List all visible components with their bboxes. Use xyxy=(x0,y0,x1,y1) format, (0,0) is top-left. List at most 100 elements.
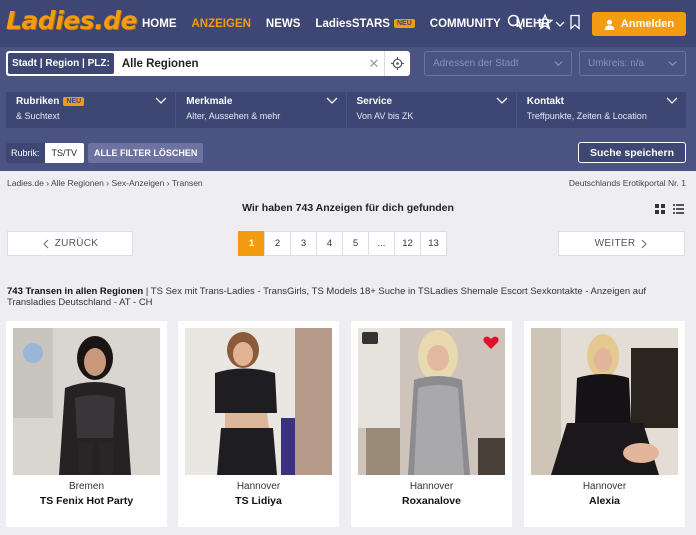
listing-card[interactable]: Hannover Alexia xyxy=(524,321,685,527)
listing-name[interactable]: TS Fenix Hot Party xyxy=(6,495,167,507)
filter-service-sub: Von AV bis ZK xyxy=(356,111,414,121)
listing-photo[interactable] xyxy=(531,328,678,475)
nav-news[interactable]: NEWS xyxy=(266,18,301,30)
page-5[interactable]: 5 xyxy=(342,231,369,256)
grid-view-icon[interactable] xyxy=(655,204,665,214)
chevron-down-icon xyxy=(155,97,167,104)
nav-anzeigen[interactable]: ANZEIGEN xyxy=(192,18,251,30)
filter-merkmale[interactable]: Merkmale Alter, Aussehen & mehr xyxy=(176,92,346,128)
results-count: Wir haben 743 Anzeigen für dich gefunden xyxy=(242,202,454,214)
nav-community[interactable]: COMMUNITY xyxy=(430,18,501,30)
new-badge: NEU xyxy=(63,97,85,106)
top-navigation: Ladies.de HOME ANZEIGEN NEWS LadiesSTARS… xyxy=(0,0,696,47)
listing-card[interactable]: Bremen TS Fenix Hot Party xyxy=(6,321,167,527)
listing-city: Hannover xyxy=(582,481,627,492)
listing-city: Hannover xyxy=(409,481,454,492)
nav-icons xyxy=(507,14,583,30)
rubrik-label: Rubrik: xyxy=(6,143,45,163)
page-2[interactable]: 2 xyxy=(264,231,291,256)
listing-photo[interactable] xyxy=(358,328,505,475)
clear-icon[interactable]: ✕ xyxy=(364,56,384,72)
pagination: 1 2 3 4 5 ... 12 13 xyxy=(238,231,447,256)
nav-anzeigen-label: ANZEIGEN xyxy=(191,17,251,30)
location-input[interactable]: Alle Regionen xyxy=(122,58,364,70)
chevron-down-icon xyxy=(496,97,508,104)
active-filters: Rubrik: TS/TV ALLE FILTER LÖSCHEN xyxy=(6,143,204,163)
city-address-placeholder: Adressen der Stadt xyxy=(433,58,519,69)
nav-community-label: COMMUNITY xyxy=(429,17,501,30)
filter-service[interactable]: Service Von AV bis ZK xyxy=(346,92,516,128)
chevron-right-icon xyxy=(641,239,648,248)
listing-city: Bremen xyxy=(68,481,104,492)
login-label: Anmelden xyxy=(620,18,675,30)
page-4[interactable]: 4 xyxy=(316,231,343,256)
star-icon[interactable] xyxy=(537,14,553,30)
search-icon[interactable] xyxy=(507,14,523,30)
listing-name[interactable]: Alexia xyxy=(524,495,685,507)
breadcrumb-item[interactable]: Sex-Anzeigen xyxy=(111,178,164,188)
crosshair-icon xyxy=(391,57,404,70)
page-3[interactable]: 3 xyxy=(290,231,317,256)
filter-merkmale-title: Merkmale xyxy=(186,96,233,107)
filter-service-title: Service xyxy=(356,96,393,107)
listing-name[interactable]: TS Lidiya xyxy=(178,495,339,507)
location-label: Stadt | Region | PLZ: xyxy=(8,53,114,74)
locate-button[interactable] xyxy=(384,51,410,76)
filter-kontakt-sub: Treffpunkte, Zeiten & Location xyxy=(526,111,647,121)
rubrik-chip[interactable]: TS/TV xyxy=(44,143,85,163)
filter-bar: Rubriken NEU & Suchtext Merkmale Alter, A… xyxy=(6,92,686,128)
filter-rubriken-title: Rubriken xyxy=(16,96,60,107)
previous-page-button[interactable]: ZURÜCK xyxy=(7,231,133,256)
previous-page-label: ZURÜCK xyxy=(54,238,99,249)
chevron-down-icon xyxy=(554,61,563,67)
portal-tagline: Deutschlands Erotikportal Nr. 1 xyxy=(568,178,686,188)
list-view-icon[interactable] xyxy=(673,204,684,214)
user-icon xyxy=(604,19,615,30)
radius-select[interactable]: Umkreis: n/a xyxy=(579,51,686,76)
page-1[interactable]: 1 xyxy=(238,231,265,256)
nav-ladiesstars[interactable]: LadiesSTARS NEU xyxy=(315,17,415,30)
heart-icon xyxy=(483,336,499,349)
new-badge: NEU xyxy=(393,19,415,28)
filter-rubriken-sub: & Suchtext xyxy=(16,111,60,121)
save-search-button[interactable]: Suche speichern xyxy=(578,142,686,163)
bookmark-icon[interactable] xyxy=(567,14,583,30)
nav-ladiesstars-label: LadiesSTARS xyxy=(315,17,390,30)
filter-merkmale-sub: Alter, Aussehen & mehr xyxy=(186,111,281,121)
nav-home[interactable]: HOME xyxy=(142,18,177,30)
listing-city: Hannover xyxy=(236,481,281,492)
chevron-down-icon xyxy=(666,97,678,104)
listing-card[interactable]: Hannover TS Lidiya xyxy=(178,321,339,527)
page-ellipsis: ... xyxy=(368,231,395,256)
results-description: 743 Transen in allen Regionen | TS Sex m… xyxy=(7,286,689,308)
next-page-button[interactable]: WEITER xyxy=(558,231,685,256)
breadcrumb-item[interactable]: Alle Regionen xyxy=(51,178,104,188)
clear-filters-button[interactable]: ALLE FILTER LÖSCHEN xyxy=(88,143,204,163)
chevron-down-icon xyxy=(326,97,337,104)
filter-kontakt-title: Kontakt xyxy=(526,96,564,107)
breadcrumb: Ladies.de › Alle Regionen › Sex-Anzeigen… xyxy=(7,178,203,188)
results-description-heading: 743 Transen in allen Regionen xyxy=(7,286,144,297)
search-panel: Stadt | Region | PLZ: Alle Regionen ✕ Ad… xyxy=(0,47,696,171)
chevron-left-icon xyxy=(42,239,49,248)
location-search[interactable]: Stadt | Region | PLZ: Alle Regionen ✕ xyxy=(6,51,410,76)
nav-home-label: HOME xyxy=(142,17,177,30)
listing-card[interactable]: Hannover Roxanalove xyxy=(351,321,512,527)
site-logo[interactable]: Ladies.de xyxy=(6,6,137,35)
breadcrumb-item[interactable]: Ladies.de xyxy=(7,178,44,188)
city-address-select[interactable]: Adressen der Stadt xyxy=(424,51,572,76)
filter-rubriken[interactable]: Rubriken NEU & Suchtext xyxy=(6,92,176,128)
listing-photo[interactable] xyxy=(185,328,332,475)
listing-photo[interactable] xyxy=(13,328,160,475)
login-button[interactable]: Anmelden xyxy=(592,12,686,36)
next-page-label: WEITER xyxy=(594,238,636,249)
page-12[interactable]: 12 xyxy=(394,231,421,256)
filter-kontakt[interactable]: Kontakt Treffpunkte, Zeiten & Location xyxy=(516,92,686,128)
breadcrumb-item: Transen xyxy=(171,178,203,188)
page-13[interactable]: 13 xyxy=(420,231,447,256)
view-toggle xyxy=(655,204,684,214)
nav-news-label: NEWS xyxy=(265,17,301,30)
radius-placeholder: Umkreis: n/a xyxy=(588,58,645,69)
chevron-down-icon xyxy=(668,61,677,67)
listing-name[interactable]: Roxanalove xyxy=(351,495,512,507)
